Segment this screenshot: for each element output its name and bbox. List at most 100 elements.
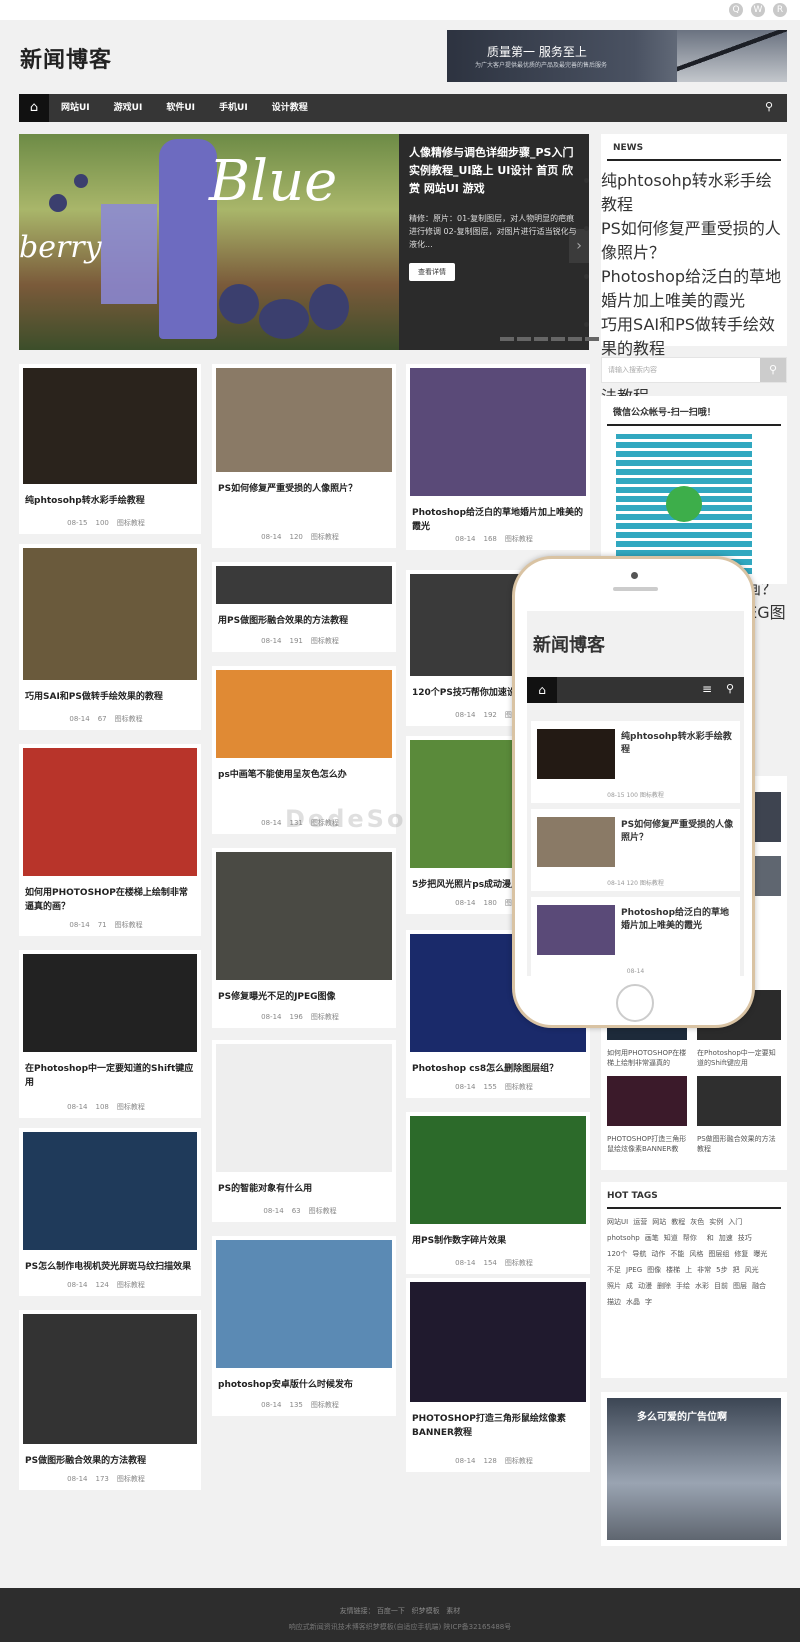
post-cat[interactable]: 图标教程 (117, 1103, 145, 1111)
tag-link[interactable]: 入门 (728, 1217, 742, 1227)
slider-image[interactable]: Blue berry (19, 134, 399, 350)
post-thumbnail[interactable] (410, 368, 586, 496)
search-icon[interactable]: ⚲ (726, 682, 734, 695)
post-title[interactable]: PS做图形融合效果的方法教程 (25, 1454, 195, 1468)
post-cat[interactable]: 图标教程 (505, 1259, 533, 1267)
tag-link[interactable]: 网站 (652, 1217, 666, 1227)
post-title[interactable]: ps中画笔不能使用呈灰色怎么办 (218, 768, 390, 782)
post-cat[interactable]: 图标教程 (311, 1013, 339, 1021)
tag-link[interactable]: 知道 (664, 1233, 678, 1243)
tag-link[interactable]: 5步 (716, 1265, 727, 1275)
post-card[interactable]: PS做图形融合效果的方法教程 08-14 173 图标教程 (19, 1310, 201, 1490)
post-thumbnail[interactable] (23, 548, 197, 680)
tag-link[interactable]: 灰色 (690, 1217, 704, 1227)
phone-card[interactable]: Photoshop给泛白的草地婚片加上唯美的霞光 08-14 (531, 897, 740, 976)
thumb-image[interactable] (607, 1076, 687, 1126)
tag-link[interactable]: 上 (685, 1265, 692, 1275)
news-item[interactable]: PS如何修复严重受损的人像照片？ (601, 215, 787, 263)
post-card[interactable]: PS修复曝光不足的JPEG图像 08-14 196 图标教程 (212, 848, 396, 1028)
tag-link[interactable]: 修复 (734, 1249, 748, 1259)
post-card[interactable]: PHOTOSHOP打造三角形鼠绘炫像素BANNER教程 08-14 128 图标教程 (406, 1278, 590, 1472)
tag-link[interactable]: 加速 (719, 1233, 733, 1243)
post-cat[interactable]: 图标教程 (117, 1475, 145, 1483)
post-thumbnail[interactable] (410, 1116, 586, 1224)
tag-link[interactable]: 图像 (647, 1265, 661, 1275)
search-icon[interactable]: ⚲ (765, 100, 779, 114)
phone-card-title[interactable]: 纯phtosohp转水彩手绘教程 (621, 731, 736, 757)
footer-link[interactable]: 织梦模板 (412, 1607, 440, 1615)
tag-link[interactable]: 教程 (671, 1217, 685, 1227)
thumb-title[interactable]: PHOTOSHOP打造三角形鼠绘炫像素BANNER教 (607, 1134, 687, 1154)
post-cat[interactable]: 图标教程 (115, 921, 143, 929)
post-card[interactable]: 纯phtosohp转水彩手绘教程 08-15 100 图标教程 (19, 364, 201, 534)
phone-card-title[interactable]: Photoshop给泛白的草地婚片加上唯美的霞光 (621, 907, 736, 933)
tag-link[interactable]: 删除 (657, 1281, 671, 1291)
slider-title[interactable]: 人像精修与调色详细步骤_PS入门实例教程_UI路上 UI设计 首页 欣赏 网站U… (409, 144, 579, 198)
footer-link[interactable]: 百度一下 (377, 1607, 405, 1615)
tag-link[interactable]: 曝光 (753, 1249, 767, 1259)
post-card[interactable]: 用PS做图形融合效果的方法教程 08-14 191 图标教程 (212, 562, 396, 652)
post-title[interactable]: PS修复曝光不足的JPEG图像 (218, 990, 390, 1004)
post-card[interactable]: PS怎么制作电视机荧光屏斑马纹扫描效果 08-14 124 图标教程 (19, 1128, 201, 1296)
weibo-icon[interactable]: W (751, 3, 765, 17)
slider-dot[interactable] (500, 337, 514, 341)
post-thumbnail[interactable] (410, 1282, 586, 1402)
slider-dot[interactable] (585, 337, 599, 341)
tag-link[interactable]: 网站UI (607, 1217, 628, 1227)
post-title[interactable]: 用PS制作数字碎片效果 (412, 1234, 584, 1248)
post-cat[interactable]: 图标教程 (505, 1457, 533, 1465)
nav-item[interactable]: 游戏UI (114, 94, 143, 122)
phone-card[interactable]: 纯phtosohp转水彩手绘教程 08-15 100 图标教程 (531, 721, 740, 803)
tag-link[interactable]: JPEG (626, 1265, 642, 1275)
nav-item[interactable]: 网站UI (61, 94, 90, 122)
post-title[interactable]: 在Photoshop中一定要知道的Shift键应用 (25, 1062, 195, 1090)
site-logo[interactable]: 新闻博客 (20, 42, 112, 74)
header-ad-banner[interactable]: 质量第一 服务至上 为广大客户提供最优质的产品及最完善的售后服务 (447, 30, 787, 82)
post-thumbnail[interactable] (23, 368, 197, 484)
menu-icon[interactable]: ≡ (702, 682, 712, 696)
post-thumbnail[interactable] (23, 1132, 197, 1250)
phone-card-title[interactable]: PS如何修复严重受损的人像照片？ (621, 819, 736, 845)
post-title[interactable]: 用PS做图形融合效果的方法教程 (218, 614, 390, 628)
post-cat[interactable]: 图标教程 (115, 715, 143, 723)
slider-dot[interactable] (534, 337, 548, 341)
tag-link[interactable]: 120个 (607, 1249, 627, 1259)
tag-link[interactable]: 成 (626, 1281, 633, 1291)
tag-link[interactable]: 和 (707, 1233, 714, 1243)
thumb-title[interactable]: 如何用PHOTOSHOP在楼梯上绘制非常逼真的 (607, 1048, 687, 1068)
tag-link[interactable]: 不能 (670, 1249, 684, 1259)
post-card[interactable]: 在Photoshop中一定要知道的Shift键应用 08-14 108 图标教程 (19, 950, 201, 1118)
post-thumbnail[interactable] (23, 954, 197, 1052)
tag-link[interactable]: 手绘 (676, 1281, 690, 1291)
slider-dot[interactable] (568, 337, 582, 341)
tag-link[interactable]: 风光 (745, 1265, 759, 1275)
home-icon[interactable]: ⌂ (527, 677, 557, 703)
tag-link[interactable]: 不足 (607, 1265, 621, 1275)
tag-link[interactable]: 画笔 (645, 1233, 659, 1243)
post-thumbnail[interactable] (216, 852, 392, 980)
tag-link[interactable]: 图层 (733, 1281, 747, 1291)
post-thumbnail[interactable] (216, 1240, 392, 1368)
post-thumbnail[interactable] (216, 1044, 392, 1172)
post-cat[interactable]: 图标教程 (311, 1401, 339, 1409)
post-card[interactable]: Photoshop给泛白的草地婚片加上唯美的霞光 08-14 168 图标教程 (406, 364, 590, 550)
search-input[interactable]: 请输入搜索内容 ⚲ (601, 357, 787, 383)
post-title[interactable]: 巧用SAI和PS做转手绘效果的教程 (25, 690, 195, 704)
tag-link[interactable]: 动作 (651, 1249, 665, 1259)
post-title[interactable]: photoshop安卓版什么时候发布 (218, 1378, 390, 1392)
post-card[interactable]: 巧用SAI和PS做转手绘效果的教程 08-14 67 图标教程 (19, 544, 201, 730)
tag-link[interactable]: 把 (733, 1265, 740, 1275)
post-card[interactable]: photoshop安卓版什么时候发布 08-14 135 图标教程 (212, 1236, 396, 1416)
news-item[interactable]: 巧用SAI和PS做转手绘效果的教程 (601, 311, 787, 359)
slider-dot[interactable] (517, 337, 531, 341)
post-card[interactable]: PS如何修复严重受损的人像照片？ 08-14 120 图标教程 (212, 364, 396, 548)
nav-item[interactable]: 软件UI (166, 94, 195, 122)
post-thumbnail[interactable] (23, 748, 197, 876)
thumb-title[interactable]: 在Photoshop中一定要知道的Shift键应用 (697, 1048, 781, 1068)
tag-link[interactable]: 目前 (714, 1281, 728, 1291)
post-thumbnail[interactable] (216, 670, 392, 758)
slider-dot[interactable] (551, 337, 565, 341)
tag-link[interactable]: 描边 (607, 1297, 621, 1307)
post-card[interactable]: 用PS制作数字碎片效果 08-14 154 图标教程 (406, 1112, 590, 1274)
tag-link[interactable]: 风格 (689, 1249, 703, 1259)
